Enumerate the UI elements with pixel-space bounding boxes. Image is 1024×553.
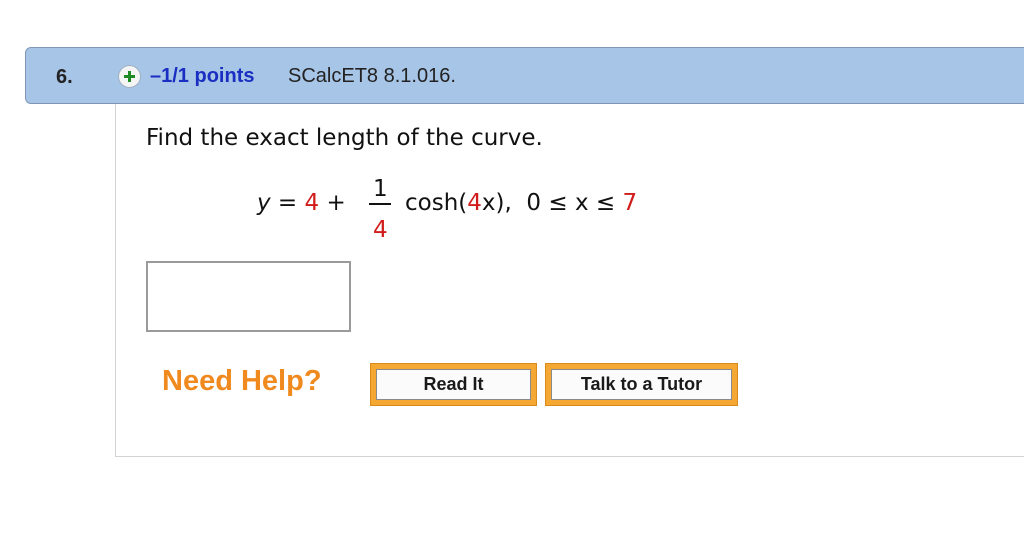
answer-input[interactable] xyxy=(146,261,351,332)
read-it-label: Read It xyxy=(376,369,531,400)
equation-left: y = 4 + xyxy=(257,190,353,216)
equation-y: y = xyxy=(257,190,305,216)
plus-circle-icon[interactable] xyxy=(118,65,141,88)
equation-constant: 4 xyxy=(304,190,320,216)
question-number: 6. xyxy=(56,66,73,88)
equation-plus: + xyxy=(319,190,354,216)
read-it-button[interactable]: Read It xyxy=(370,363,537,406)
question-header: 6. –1/1 points SCalcET8 8.1.016. xyxy=(25,47,1024,104)
fraction-numerator: 1 xyxy=(373,176,388,202)
question-code: SCalcET8 8.1.016. xyxy=(288,65,456,87)
fraction-bar xyxy=(369,203,391,205)
talk-to-tutor-label: Talk to a Tutor xyxy=(551,369,732,400)
question-prompt: Find the exact length of the curve. xyxy=(146,125,543,151)
equation-domain: x), 0 ≤ x ≤ xyxy=(481,190,623,216)
fraction-denominator: 4 xyxy=(373,217,388,243)
equation-upper-bound: 7 xyxy=(622,190,638,216)
talk-to-tutor-button[interactable]: Talk to a Tutor xyxy=(545,363,738,406)
points-label: –1/1 points xyxy=(150,65,255,87)
equation-right: cosh(4x), 0 ≤ x ≤ 7 xyxy=(405,190,637,216)
equation-coefficient: 4 xyxy=(467,190,482,216)
need-help-label: Need Help? xyxy=(162,365,322,397)
equation-cosh: cosh( xyxy=(405,190,468,216)
